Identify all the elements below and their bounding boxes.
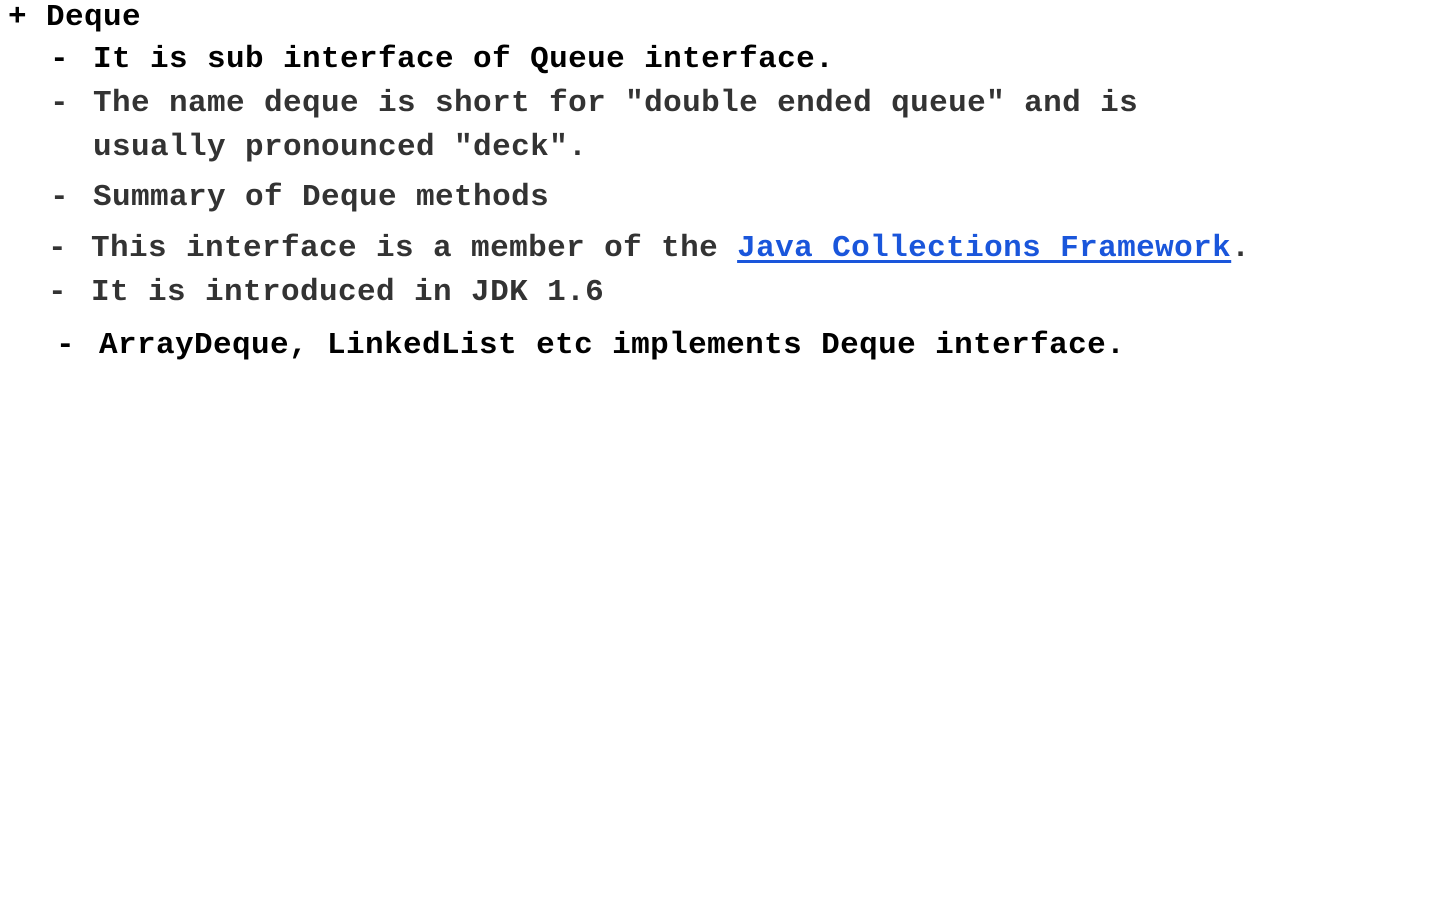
section-heading: + Deque xyxy=(8,0,141,40)
bullet-text-suffix: . xyxy=(1231,231,1251,266)
bullet-text-line-1: The name deque is short for "double ende… xyxy=(93,86,1139,121)
bullet-dash: - xyxy=(50,86,70,121)
bullet-dash: - xyxy=(48,275,68,310)
bullet-item-sub-interface: - It is sub interface of Queue interface… xyxy=(50,38,834,82)
bullet-dash: - xyxy=(56,328,76,363)
bullet-text: Summary of Deque methods xyxy=(93,180,550,215)
bullet-dash: - xyxy=(50,42,70,77)
bullet-text-prefix: This interface is a member of the xyxy=(91,231,738,266)
bullet-item-summary: - Summary of Deque methods xyxy=(50,176,549,220)
heading-title: Deque xyxy=(46,0,142,35)
bullet-dash: - xyxy=(50,180,70,215)
bullet-text: It is introduced in JDK 1.6 xyxy=(91,275,605,310)
bullet-item-name-meaning: - The name deque is short for "double en… xyxy=(50,82,1138,170)
java-collections-framework-link[interactable]: Java Collections Framework xyxy=(737,231,1231,266)
bullet-text: It is sub interface of Queue interface. xyxy=(93,42,835,77)
heading-marker: + xyxy=(8,0,28,35)
bullet-dash: - xyxy=(48,231,68,266)
bullet-text-line-2: usually pronounced "deck". xyxy=(93,130,588,165)
bullet-text: ArrayDeque, LinkedList etc implements De… xyxy=(99,328,1126,363)
bullet-item-implementations: - ArrayDeque, LinkedList etc implements … xyxy=(56,324,1125,368)
bullet-item-collections-member: - This interface is a member of the Java… xyxy=(48,227,1250,271)
bullet-item-jdk-version: - It is introduced in JDK 1.6 xyxy=(48,271,604,315)
